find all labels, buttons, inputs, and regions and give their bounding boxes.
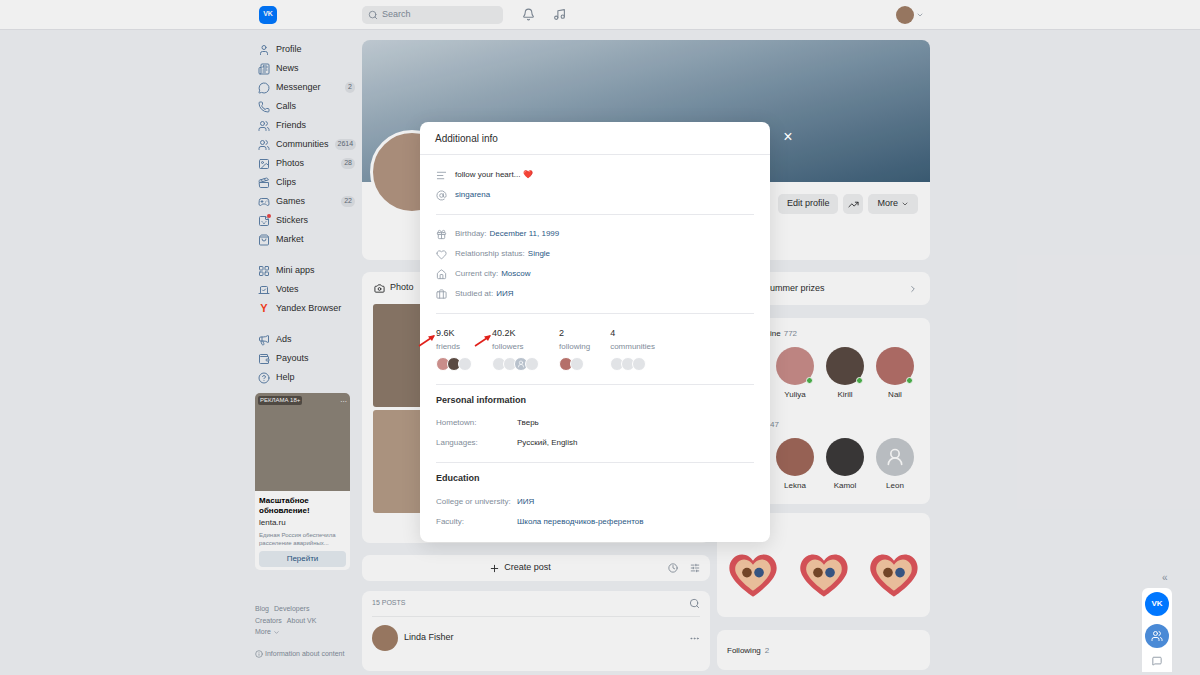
detail-row: Current city:Moscow (436, 264, 754, 284)
close-button[interactable]: × (780, 129, 796, 145)
counter[interactable]: 2following (559, 327, 590, 371)
counters: 9.6Kfriends 40.2Kfollowers 2following 4comm… (436, 323, 754, 375)
info-value[interactable]: Школа переводчиков-референтов (517, 516, 754, 528)
modal-title: Additional info (435, 131, 498, 146)
info-section: Personal informationHometown:ТверьLangua… (436, 375, 754, 454)
page: VKSearchProfileNewsMessenger2CallsFriend… (0, 0, 1200, 675)
detail-value[interactable]: December 11, 1999 (490, 228, 560, 240)
user-icon (517, 360, 525, 368)
info-row: Hometown:Тверь (436, 413, 754, 433)
floating-widget: VK (1142, 588, 1172, 672)
detail-icon (436, 269, 447, 280)
profile-widget-button[interactable] (1145, 624, 1169, 648)
additional-info-modal: Additional info follow your heart... ❤️ si… (420, 122, 770, 542)
counter-avatar (458, 357, 472, 371)
detail-row: Birthday:December 11, 1999 (436, 224, 754, 244)
detail-row: Relationship status:Single (436, 244, 754, 264)
info-row: College or university:ИИЯ (436, 492, 754, 512)
detail-row: Studied at:ИИЯ (436, 284, 754, 304)
status-row: follow your heart... ❤️ (436, 165, 754, 185)
detail-value[interactable]: Single (528, 248, 550, 260)
username-row: singarena (436, 185, 754, 205)
detail-icon (436, 249, 447, 260)
info-value: Русский, English (517, 437, 754, 449)
vk-widget-logo[interactable]: VK (1145, 592, 1169, 616)
counter-avatar (632, 357, 646, 371)
counter-avatar (525, 357, 539, 371)
red-arrow-icon (418, 333, 438, 347)
status-icon (436, 170, 447, 181)
detail-icon (436, 289, 447, 300)
info-row: Faculty:Школа переводчиков-референтов (436, 512, 754, 532)
detail-value[interactable]: ИИЯ (496, 288, 513, 300)
detail-value[interactable]: Moscow (501, 268, 530, 280)
detail-icon (436, 229, 447, 240)
red-arrow-icon (474, 333, 494, 347)
info-value: Тверь (517, 417, 754, 429)
users-icon (1151, 630, 1163, 642)
chat-icon[interactable] (1152, 656, 1162, 666)
info-section: EducationCollege or university:ИИЯFacult… (436, 453, 754, 532)
counter-avatar (570, 357, 584, 371)
username-link[interactable]: singarena (455, 189, 490, 201)
info-value[interactable]: ИИЯ (517, 496, 754, 508)
counter[interactable]: 9.6Kfriends (436, 327, 472, 371)
counter[interactable]: 40.2Kfollowers (492, 327, 539, 371)
counter[interactable]: 4communities (610, 327, 655, 371)
collapse-button[interactable]: « (1162, 570, 1168, 585)
info-row: Languages:Русский, English (436, 433, 754, 453)
at-icon (436, 190, 447, 201)
